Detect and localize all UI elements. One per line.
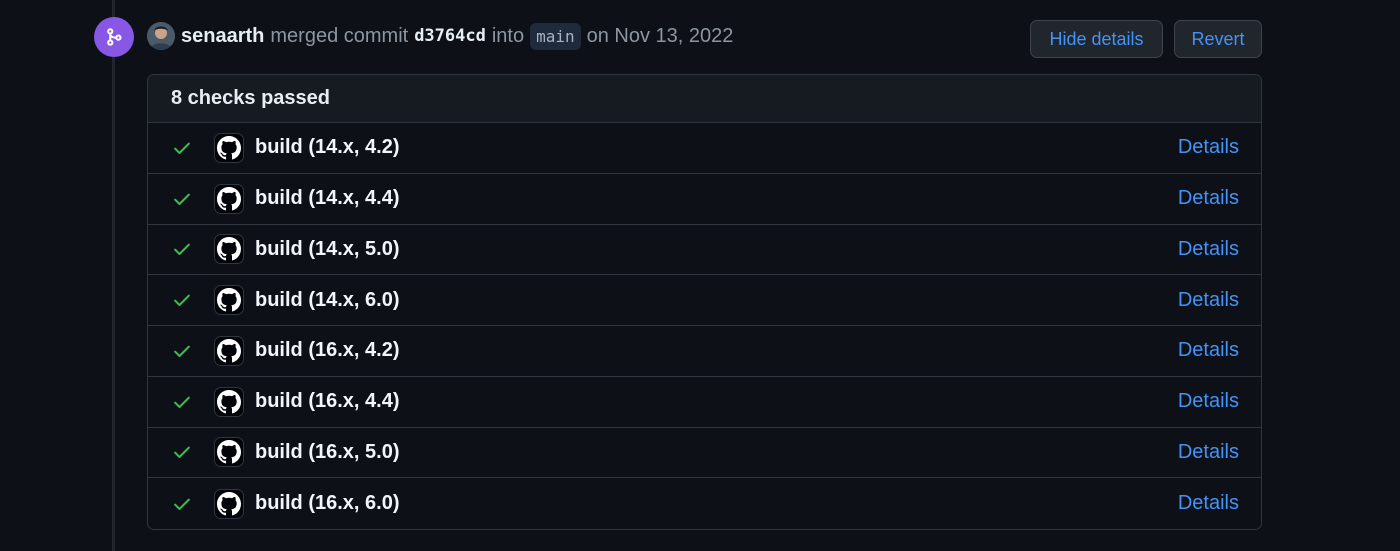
check-name: build (14.x, 4.4) bbox=[255, 187, 400, 210]
check-row: build (16.x, 4.2) Details bbox=[148, 326, 1261, 377]
check-row: build (14.x, 6.0) Details bbox=[148, 275, 1261, 326]
check-success-icon bbox=[172, 392, 192, 412]
check-details-link[interactable]: Details bbox=[1178, 492, 1239, 515]
checks-panel: 8 checks passed build (14.x, 4.2) Details… bbox=[147, 74, 1262, 530]
check-success-icon bbox=[172, 138, 192, 158]
check-name: build (16.x, 5.0) bbox=[255, 440, 400, 463]
check-details-link[interactable]: Details bbox=[1178, 238, 1239, 261]
check-name: build (14.x, 5.0) bbox=[255, 237, 400, 260]
event-date: on Nov 13, 2022 bbox=[586, 24, 734, 47]
check-success-icon bbox=[172, 189, 192, 209]
check-row: build (14.x, 4.4) Details bbox=[148, 174, 1261, 225]
check-row: build (14.x, 5.0) Details bbox=[148, 225, 1261, 276]
check-details-link[interactable]: Details bbox=[1178, 187, 1239, 210]
check-name: build (16.x, 4.4) bbox=[255, 390, 400, 413]
into-text: into bbox=[491, 24, 525, 47]
check-row: build (16.x, 6.0) Details bbox=[148, 478, 1261, 529]
check-name: build (14.x, 6.0) bbox=[255, 288, 400, 311]
timeline-line bbox=[112, 0, 115, 551]
hide-details-button[interactable]: Hide details bbox=[1030, 20, 1163, 58]
check-row: build (14.x, 4.2) Details bbox=[148, 123, 1261, 174]
github-logo-icon bbox=[214, 437, 244, 468]
check-success-icon bbox=[172, 290, 192, 310]
github-logo-icon bbox=[214, 183, 244, 214]
check-name: build (14.x, 4.2) bbox=[255, 136, 400, 159]
check-success-icon bbox=[172, 494, 192, 514]
checks-list: build (14.x, 4.2) Details build (14.x, 4.4… bbox=[148, 123, 1261, 529]
check-success-icon bbox=[172, 442, 192, 462]
avatar[interactable] bbox=[147, 22, 175, 50]
check-name: build (16.x, 4.2) bbox=[255, 339, 400, 362]
check-name: build (16.x, 6.0) bbox=[255, 492, 400, 515]
github-logo-icon bbox=[214, 488, 244, 519]
github-logo-icon bbox=[214, 386, 244, 417]
merge-icon bbox=[94, 17, 134, 57]
github-logo-icon bbox=[214, 132, 244, 163]
check-row: build (16.x, 4.4) Details bbox=[148, 377, 1261, 428]
check-details-link[interactable]: Details bbox=[1178, 136, 1239, 159]
author-link[interactable]: senaarth bbox=[181, 25, 264, 48]
check-row: build (16.x, 5.0) Details bbox=[148, 428, 1261, 479]
check-details-link[interactable]: Details bbox=[1178, 390, 1239, 413]
check-success-icon bbox=[172, 239, 192, 259]
commit-sha-link[interactable]: d3764cd bbox=[414, 26, 486, 46]
merge-event-header: senaarth merged commit d3764cd into main… bbox=[147, 20, 733, 52]
check-details-link[interactable]: Details bbox=[1178, 339, 1239, 362]
event-verb: merged commit bbox=[270, 24, 409, 47]
github-logo-icon bbox=[214, 285, 244, 316]
revert-button[interactable]: Revert bbox=[1174, 20, 1262, 58]
branch-label[interactable]: main bbox=[530, 22, 581, 50]
check-details-link[interactable]: Details bbox=[1178, 289, 1239, 312]
check-details-link[interactable]: Details bbox=[1178, 441, 1239, 464]
github-logo-icon bbox=[214, 234, 244, 265]
github-logo-icon bbox=[214, 335, 244, 366]
check-success-icon bbox=[172, 341, 192, 361]
checks-summary: 8 checks passed bbox=[148, 75, 1261, 123]
